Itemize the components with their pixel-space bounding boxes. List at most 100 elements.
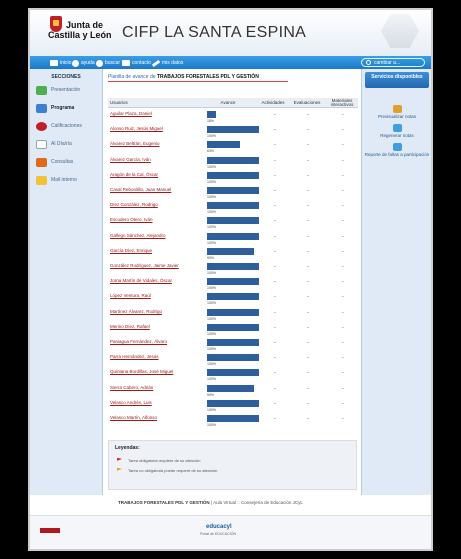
table-row: Gallego Sánchez, Alejandro 100% - - - — [108, 232, 358, 247]
student-name-link[interactable]: Escudero Otero, Iván — [110, 217, 153, 222]
col-activities: Actividades — [261, 99, 285, 105]
sidebar-title: SECCIONES — [51, 74, 81, 80]
sidebar-item-label: Programa — [51, 105, 75, 111]
student-name-link[interactable]: Sierra Cabero, Adrián — [110, 385, 153, 390]
student-name-link[interactable]: Casal Rebordillo, Juan Manuel — [110, 187, 171, 192]
main-content: Planilla de avance de TRABAJOS FORESTALE… — [104, 69, 361, 495]
student-name-link[interactable]: Gallego Sánchez, Alejandro — [110, 233, 166, 238]
change-role-select[interactable]: cambiar a... — [361, 58, 425, 67]
table-row: Martínez Álvarez, Rodrigo 100% - - - — [108, 308, 358, 323]
service-label: Reporte de faltas a participación — [364, 152, 430, 157]
sidebar-item-programa[interactable]: Programa — [36, 101, 74, 115]
student-name-link[interactable]: Merino Díez, Rafael — [110, 324, 150, 329]
sidebar-item-presentacion[interactable]: Presentación — [36, 83, 80, 97]
breadcrumb-prefix[interactable]: Planilla de avance de — [108, 74, 156, 80]
nav-search[interactable]: buscar — [96, 58, 120, 68]
absence-report-link[interactable]: Reporte de faltas a participación — [364, 143, 430, 158]
student-name-link[interactable]: Quintana Bordillas, José Miguel — [110, 369, 173, 374]
empty-cell: - — [342, 324, 344, 331]
progress-bar — [207, 156, 259, 164]
nav-help[interactable]: ayuda — [72, 58, 95, 68]
sidebar-item-mail[interactable]: Mail interno — [36, 173, 77, 187]
empty-cell: - — [274, 218, 276, 225]
nav-my-data[interactable]: mis datos — [151, 58, 183, 68]
empty-cell: - — [307, 127, 309, 134]
student-name-link[interactable]: Aragón de la Cal, Óscar — [110, 172, 158, 177]
sidebar-item-calificaciones[interactable]: Calificaciones — [36, 119, 82, 133]
student-name-link[interactable]: García Díez, Enrique — [110, 248, 152, 253]
preview-grades-link[interactable]: Previsualizar notas — [364, 105, 430, 120]
change-role-label: cambiar a... — [374, 59, 401, 66]
student-name-link[interactable]: Paniagua Fernández, Álvaro — [110, 339, 167, 344]
progress-percent: 100% — [207, 377, 216, 382]
consult-icon — [36, 157, 47, 167]
nav-search-label: buscar — [105, 60, 121, 66]
empty-cell: - — [342, 264, 344, 270]
orange-flag-icon — [117, 467, 122, 471]
student-name-link[interactable]: Velasco Martín, Alfonso — [110, 415, 157, 420]
progress-percent: 100% — [207, 301, 216, 306]
student-name-link[interactable]: Alonso Ruiz, Jesús Miguel — [110, 126, 163, 131]
progress-bar — [207, 202, 259, 210]
table-row: Casal Rebordillo, Juan Manuel 100% - - - — [108, 186, 358, 201]
empty-cell: - — [274, 294, 276, 301]
empty-cell: - — [274, 233, 276, 240]
footer-text: TRABAJOS FORESTALES PDL Y GESTIÓN | Aula… — [118, 500, 303, 505]
student-name-link[interactable]: Díez González, Rodrigo — [110, 202, 158, 207]
student-name-link[interactable]: López Ventura, Raúl — [110, 293, 151, 298]
junta-logo[interactable]: Junta de Castilla y León — [44, 16, 112, 52]
grades-icon — [36, 121, 47, 131]
progress-bar — [207, 399, 259, 407]
student-name-link[interactable]: Jorna Martín de Vidales, Óscar — [110, 278, 172, 283]
progress-percent: 100% — [207, 331, 216, 336]
legend-label: Tarea no obligatoria puede requerir de s… — [128, 468, 218, 473]
empty-cell: - — [342, 218, 344, 225]
empty-cell: - — [274, 127, 276, 134]
browser-page: Junta de Castilla y León CIFP LA SANTA E… — [28, 8, 433, 551]
table-row: Quintana Bordillas, José Miguel 100% - - - — [108, 368, 358, 383]
jcyl-mini-logo[interactable] — [40, 528, 60, 533]
sidebar-item-consultas[interactable]: Consultas — [36, 155, 73, 169]
col-progress: Avance — [220, 99, 236, 105]
student-name-link[interactable]: Velasco Andrés, Luis — [110, 400, 152, 405]
progress-percent: 100% — [207, 423, 216, 427]
empty-cell: - — [307, 203, 309, 210]
empty-cell: - — [307, 385, 309, 392]
progress-percent: 100% — [207, 407, 216, 412]
sidebar-item-al-dia[interactable]: Al Día/ría — [36, 137, 72, 151]
empty-cell: - — [274, 355, 276, 362]
progress-bar — [207, 232, 259, 240]
hexagon-decoration-icon — [381, 14, 419, 48]
empty-cell: - — [342, 127, 344, 134]
table-row: Velasco Martín, Alfonso 100% - - - — [108, 414, 358, 429]
nav-contact[interactable]: contacto — [122, 58, 151, 68]
empty-cell: - — [307, 416, 309, 422]
refresh-icon — [392, 124, 402, 132]
empty-cell: - — [342, 157, 344, 164]
table-row: Velasco Andrés, Luis 100% - - - — [108, 399, 358, 414]
student-name-link[interactable]: González Rodríguez, Jaime Javier — [110, 263, 179, 268]
student-name-link[interactable]: Parra Hernández, Jesús — [110, 354, 159, 359]
empty-cell: - — [274, 142, 276, 149]
search-icon — [96, 59, 103, 67]
calendar-icon — [36, 139, 47, 149]
empty-cell: - — [307, 279, 309, 286]
table-row: Sierra Cabero, Adrián 90% - - - — [108, 384, 358, 399]
empty-cell: - — [342, 233, 344, 240]
nav-home[interactable]: inicio — [50, 58, 71, 68]
progress-percent: 100% — [207, 164, 216, 169]
educacyl-logo[interactable]: educacyl — [206, 524, 232, 530]
empty-cell: - — [342, 355, 344, 362]
progress-percent: 100% — [207, 195, 216, 199]
regenerate-grades-link[interactable]: Regenerar notas — [364, 124, 430, 139]
empty-cell: - — [342, 172, 344, 179]
student-name-link[interactable]: Aguilar Plaza, Daniel — [110, 111, 152, 116]
student-name-link[interactable]: Álvarez Beltrán, Eugenio — [110, 141, 160, 146]
empty-cell: - — [307, 157, 309, 164]
empty-cell: - — [274, 370, 276, 377]
nav-home-label: inicio — [60, 60, 72, 66]
empty-cell: - — [342, 294, 344, 301]
student-name-link[interactable]: Álvarez García, Iván — [110, 157, 151, 162]
student-name-link[interactable]: Martínez Álvarez, Rodrigo — [110, 309, 162, 314]
progress-bar — [207, 323, 259, 331]
